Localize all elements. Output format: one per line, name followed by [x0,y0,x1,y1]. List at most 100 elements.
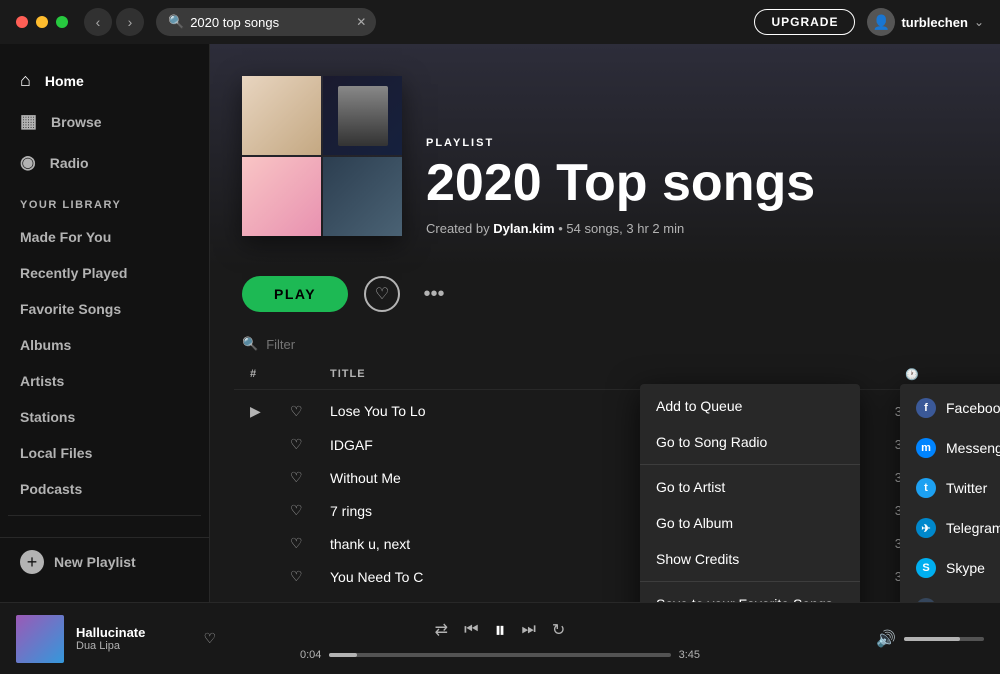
close-button[interactable] [16,16,28,28]
table-row[interactable]: ♡ IDGAF 3:03 [234,428,976,461]
table-row[interactable]: ▶ ♡ Lose You To Lo 3:03 ••• [234,394,976,428]
like-playlist-button[interactable]: ♡ [364,276,400,312]
progress-bar: 0:04 3:45 [300,649,700,661]
share-submenu: f Facebook m Messenger t Twitter ✈ Teleg… [900,384,1000,602]
sidebar-item-home[interactable]: ⌂ Home [8,60,201,101]
context-show-credits[interactable]: Show Credits [640,541,860,577]
shuffle-button[interactable]: ⇄ [435,620,448,640]
track-like-button[interactable]: ♡ [290,535,330,552]
repeat-button[interactable]: ↻ [552,620,565,640]
volume-fill [904,637,960,641]
filter-search-icon: 🔍 [242,336,258,352]
more-options-button[interactable]: ••• [416,276,452,312]
col-more [920,368,960,381]
search-input[interactable] [190,15,350,30]
sidebar-item-favorite-songs[interactable]: Favorite Songs [8,291,201,327]
table-row[interactable]: ♡ thank u, next 3:03 [234,527,976,560]
forward-button[interactable]: › [116,8,144,36]
col-num: # [250,368,290,381]
skype-label: Skype [946,560,985,576]
tumblr-label: Tumblr [946,600,989,602]
prev-button[interactable]: ⏮ [464,621,478,639]
favorite-songs-label: Favorite Songs [20,301,121,317]
track-like-button[interactable]: ♡ [290,568,330,585]
volume-bar[interactable] [904,637,984,641]
sidebar-item-artists[interactable]: Artists [8,363,201,399]
filter-bar: 🔍 [210,328,1000,360]
share-facebook[interactable]: f Facebook [900,388,1000,428]
share-skype[interactable]: S Skype [900,548,1000,588]
track-like-button[interactable]: ♡ [290,403,330,420]
playlist-header: PLAYLIST 2020 Top songs Created by Dylan… [210,44,1000,260]
context-save-favorite[interactable]: Save to your Favorite Songs [640,586,860,602]
upgrade-button[interactable]: UPGRADE [754,9,855,35]
track-play-icon[interactable]: ▶ [250,403,290,420]
sidebar-item-made-for-you[interactable]: Made For You [8,219,201,255]
now-playing-like-button[interactable]: ♡ [203,630,216,647]
maximize-button[interactable] [56,16,68,28]
track-like-button[interactable]: ♡ [290,502,330,519]
titlebar-right: UPGRADE 👤 turblechen ⌄ [754,8,984,36]
filter-input[interactable] [266,337,442,352]
playback-controls: ⇄ ⏮ ⏸ ⏭ ↻ [435,617,566,643]
titlebar: ‹ › 🔍 ✕ UPGRADE 👤 turblechen ⌄ [0,0,1000,44]
play-pause-button[interactable]: ⏸ [494,617,505,643]
share-messenger[interactable]: m Messenger [900,428,1000,468]
nav-arrows: ‹ › [84,8,144,36]
context-add-queue[interactable]: Add to Queue [640,388,860,424]
table-row[interactable]: ♡ You Need To C 3:03 [234,560,976,593]
play-button[interactable]: PLAY [242,276,348,312]
progress-track[interactable] [329,653,670,657]
separator-2 [640,581,860,582]
context-go-artist[interactable]: Go to Artist [640,469,860,505]
table-row[interactable]: ♡ 7 rings 3:03 [234,494,976,527]
telegram-label: Telegram [946,520,1000,536]
sidebar-item-podcasts[interactable]: Podcasts [8,471,201,507]
sidebar-item-radio[interactable]: ◉ Radio [8,142,201,183]
playlist-creator: Dylan.kim [493,221,554,236]
playlist-meta: Created by Dylan.kim • 54 songs, 3 hr 2 … [426,221,968,236]
table-row[interactable]: ♡ Without Me 3:03 [234,461,976,494]
podcasts-label: Podcasts [20,481,82,497]
home-icon: ⌂ [20,70,31,91]
share-tumblr[interactable]: t Tumblr [900,588,1000,602]
local-files-label: Local Files [20,445,92,461]
sidebar-item-stations[interactable]: Stations [8,399,201,435]
minimize-button[interactable] [36,16,48,28]
playlist-info: PLAYLIST 2020 Top songs Created by Dylan… [426,137,968,236]
new-playlist-button[interactable]: + New Playlist [20,550,189,574]
chevron-down-icon: ⌄ [974,15,984,29]
sidebar-item-albums[interactable]: Albums [8,327,201,363]
volume-icon: 🔊 [876,629,896,649]
plus-circle-icon: + [20,550,44,574]
messenger-label: Messenger [946,440,1000,456]
sidebar-browse-label: Browse [51,114,102,130]
sidebar-bottom: + New Playlist [0,537,209,586]
sidebar-nav: ⌂ Home ▦ Browse ◉ Radio [0,60,209,183]
now-playing-left: Hallucinate Dua Lipa ♡ [16,615,216,663]
now-playing-info: Hallucinate Dua Lipa [76,625,191,652]
search-clear-icon[interactable]: ✕ [356,15,366,29]
sidebar-radio-label: Radio [50,155,89,171]
progress-fill [329,653,356,657]
next-button[interactable]: ⏭ [522,621,536,639]
cover-cell-1 [242,76,321,155]
sidebar-item-browse[interactable]: ▦ Browse [8,101,201,142]
track-like-button[interactable]: ♡ [290,436,330,453]
share-telegram[interactable]: ✈ Telegram [900,508,1000,548]
context-go-album[interactable]: Go to Album [640,505,860,541]
context-song-radio[interactable]: Go to Song Radio [640,424,860,460]
track-like-button[interactable]: ♡ [290,469,330,486]
share-twitter[interactable]: t Twitter [900,468,1000,508]
user-area[interactable]: 👤 turblechen ⌄ [867,8,984,36]
now-playing-title: Hallucinate [76,625,191,640]
twitter-label: Twitter [946,480,987,496]
window-controls [16,16,68,28]
sidebar-item-recently-played[interactable]: Recently Played [8,255,201,291]
now-playing-bar: Hallucinate Dua Lipa ♡ ⇄ ⏮ ⏸ ⏭ ↻ 0:04 3:… [0,602,1000,674]
twitter-icon: t [916,478,936,498]
main-layout: ⌂ Home ▦ Browse ◉ Radio YOUR LIBRARY Mad… [0,44,1000,602]
col-title: TITLE [330,368,905,381]
back-button[interactable]: ‹ [84,8,112,36]
sidebar-item-local-files[interactable]: Local Files [8,435,201,471]
